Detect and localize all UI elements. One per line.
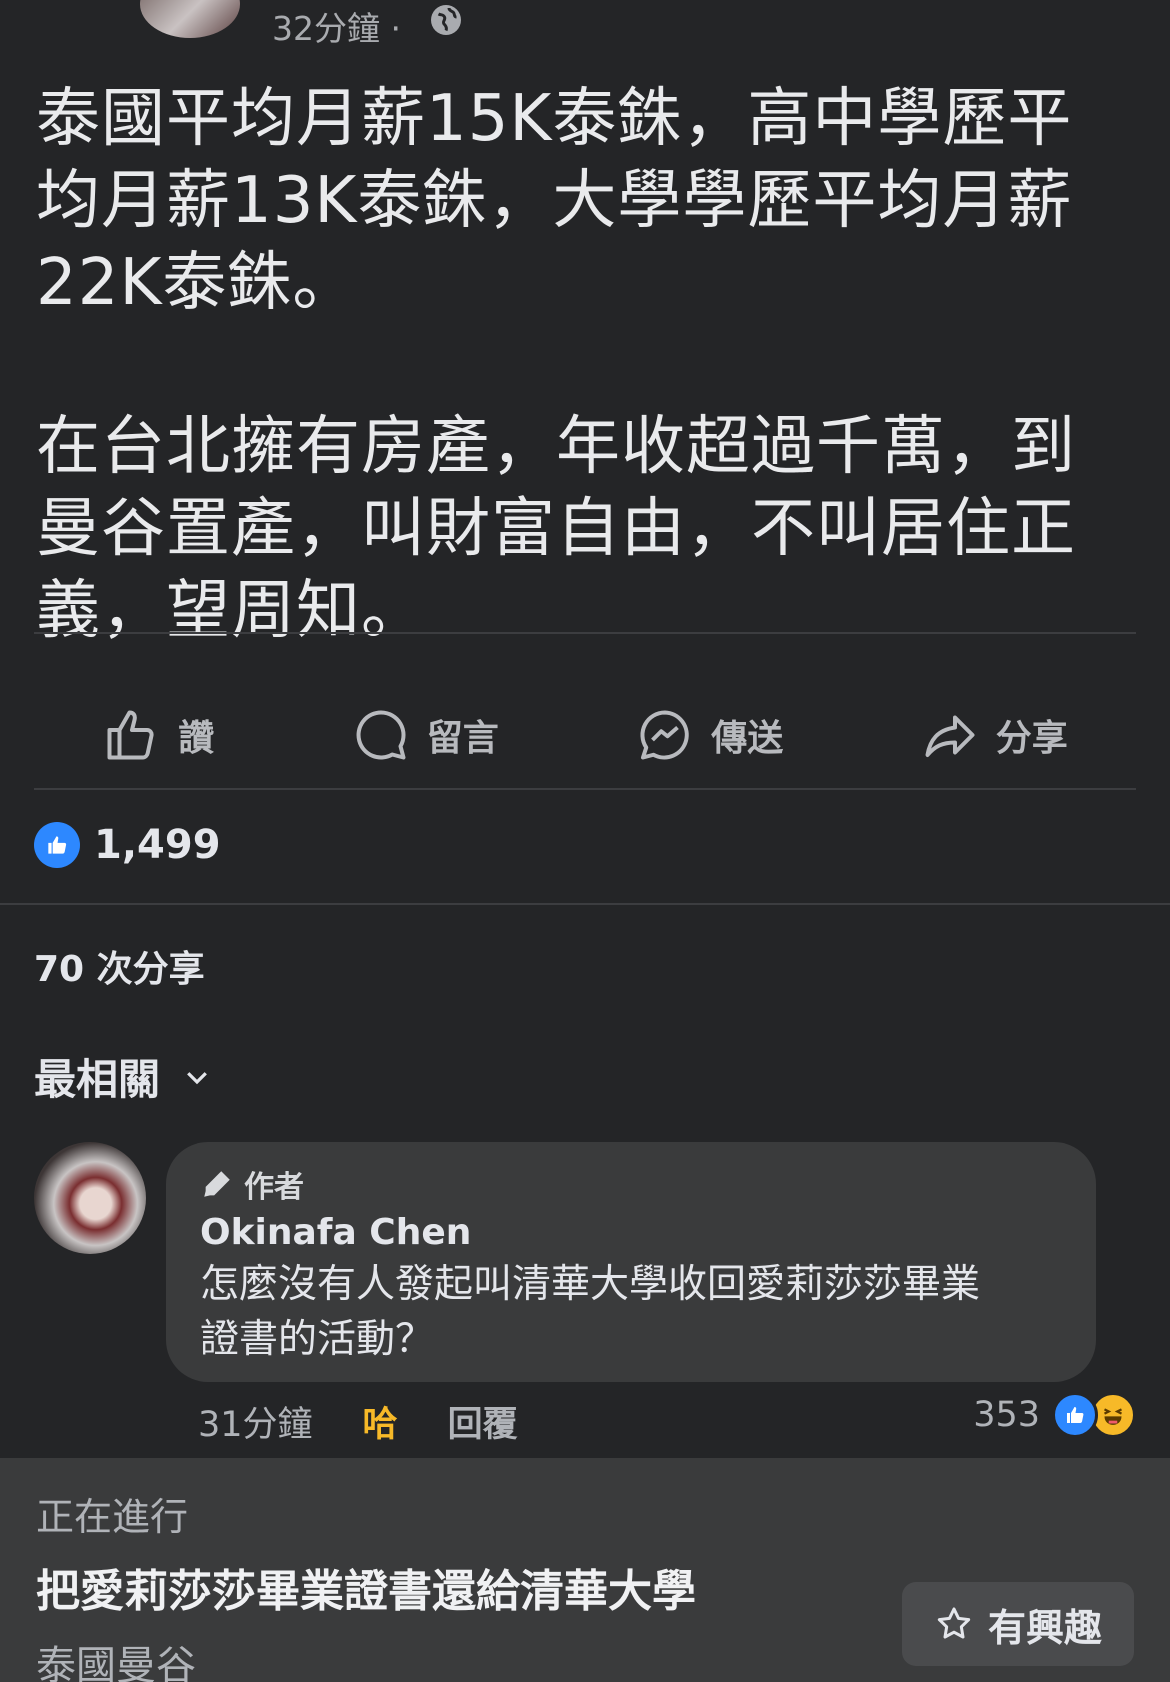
comment-bubble[interactable]: 作者 Okinafa Chen 怎麼沒有人發起叫清華大學收回愛莉莎莎畢業 證書的…: [166, 1142, 1096, 1382]
reaction-summary[interactable]: 1,499: [34, 822, 221, 868]
post-actions: 讚 留言 傳送 分享: [34, 680, 1136, 790]
comment-meta: 31分鐘 哈 回覆: [198, 1396, 518, 1447]
event-status: 正在進行: [36, 1495, 189, 1539]
globe-icon: [431, 5, 461, 35]
comment-label: 留言: [426, 718, 499, 759]
post-avatar[interactable]: [140, 0, 240, 38]
comment-reactions[interactable]: 353: [973, 1392, 1136, 1438]
like-reaction-icon: [34, 822, 80, 868]
share-arrow-icon: [925, 715, 975, 757]
sort-label: 最相關: [34, 1055, 161, 1104]
chevron-down-icon: [187, 1071, 207, 1084]
comment-reply-button[interactable]: 回覆: [448, 1396, 518, 1447]
thumbs-up-icon: [107, 710, 154, 760]
divider: [34, 788, 1136, 790]
author-tag-label: 作者: [244, 1170, 304, 1205]
share-button[interactable]: 分享: [920, 705, 1068, 765]
send-button[interactable]: 傳送: [635, 705, 783, 765]
comment-text: 怎麼沒有人發起叫清華大學收回愛莉莎莎畢業 證書的活動？: [200, 1262, 981, 1362]
share-count[interactable]: 70 次分享: [34, 940, 205, 992]
separator: ·: [390, 9, 402, 48]
comment-sort-dropdown[interactable]: 最相關: [34, 1046, 212, 1107]
reaction-count: 1,499: [94, 822, 221, 868]
interested-button[interactable]: 有興趣: [902, 1582, 1134, 1666]
like-button[interactable]: 讚: [102, 705, 214, 765]
like-label: 讚: [178, 718, 215, 759]
interested-label: 有興趣: [987, 1605, 1102, 1650]
messenger-icon: [640, 710, 689, 760]
comment-react-button[interactable]: 哈: [363, 1396, 398, 1447]
divider: [0, 903, 1170, 905]
comment-reaction-count: 353: [973, 1395, 1040, 1435]
post-text: 泰國平均月薪15K泰銖，高中學歷平 均月薪13K泰銖，大學學歷平均月薪 22K泰…: [36, 82, 1076, 648]
comment-author-name[interactable]: Okinafa Chen: [200, 1212, 1062, 1253]
comment-button[interactable]: 留言: [351, 705, 499, 765]
comment-time[interactable]: 31分鐘: [198, 1396, 313, 1447]
like-reaction-icon: [1052, 1392, 1098, 1438]
author-badge: 作者: [200, 1162, 1062, 1206]
share-label: 分享: [995, 718, 1068, 759]
send-label: 傳送: [711, 718, 784, 759]
event-banner[interactable]: 正在進行 把愛莉莎莎畢業證書還給清華大學 泰國曼谷 有興趣: [0, 1458, 1170, 1682]
star-icon: [937, 1607, 971, 1639]
pen-icon: [204, 1171, 230, 1197]
post-timestamp[interactable]: 32分鐘 ·: [272, 2, 401, 50]
post-time: 32分鐘: [272, 9, 380, 48]
divider: [34, 632, 1136, 634]
comment-bubble-icon: [356, 710, 406, 760]
comment-avatar[interactable]: [34, 1142, 146, 1254]
